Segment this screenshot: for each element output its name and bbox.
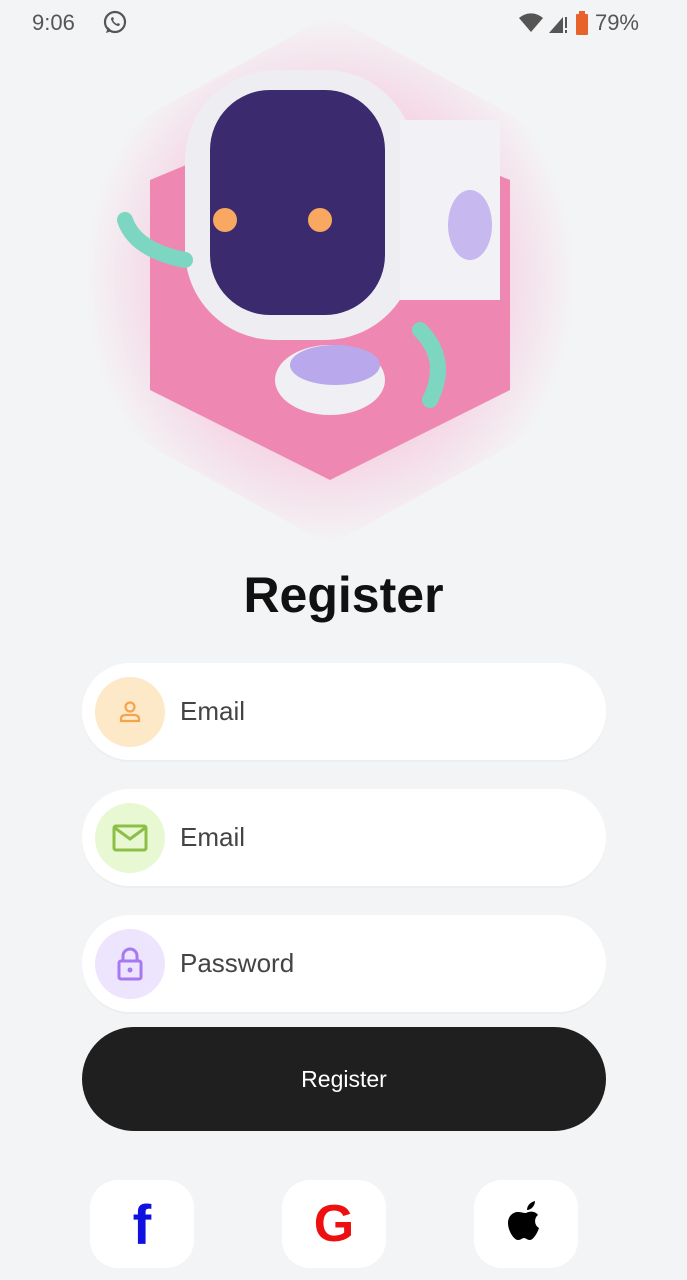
battery-percent: 79% xyxy=(594,10,639,35)
password-input[interactable]: Password xyxy=(82,915,606,1012)
email-placeholder: Email xyxy=(180,822,246,852)
clock: 9:06 xyxy=(32,10,75,35)
user-icon xyxy=(95,676,165,747)
name-email-input[interactable]: Email xyxy=(82,663,606,760)
facebook-login-button[interactable]: f xyxy=(90,1180,194,1268)
google-icon: G xyxy=(313,1195,355,1253)
robot-illustration xyxy=(85,15,575,545)
mail-icon xyxy=(95,802,165,873)
email-placeholder: Email xyxy=(180,696,246,726)
apple-login-button[interactable] xyxy=(474,1180,578,1268)
password-placeholder: Password xyxy=(180,948,295,978)
google-login-button[interactable]: G xyxy=(282,1180,386,1268)
email-input[interactable]: Email xyxy=(82,789,606,886)
register-button[interactable]: Register xyxy=(82,1027,606,1131)
facebook-icon: f xyxy=(132,1192,152,1256)
page-title: Register xyxy=(243,567,444,623)
lock-icon xyxy=(95,928,165,999)
apple-icon xyxy=(508,1201,539,1240)
